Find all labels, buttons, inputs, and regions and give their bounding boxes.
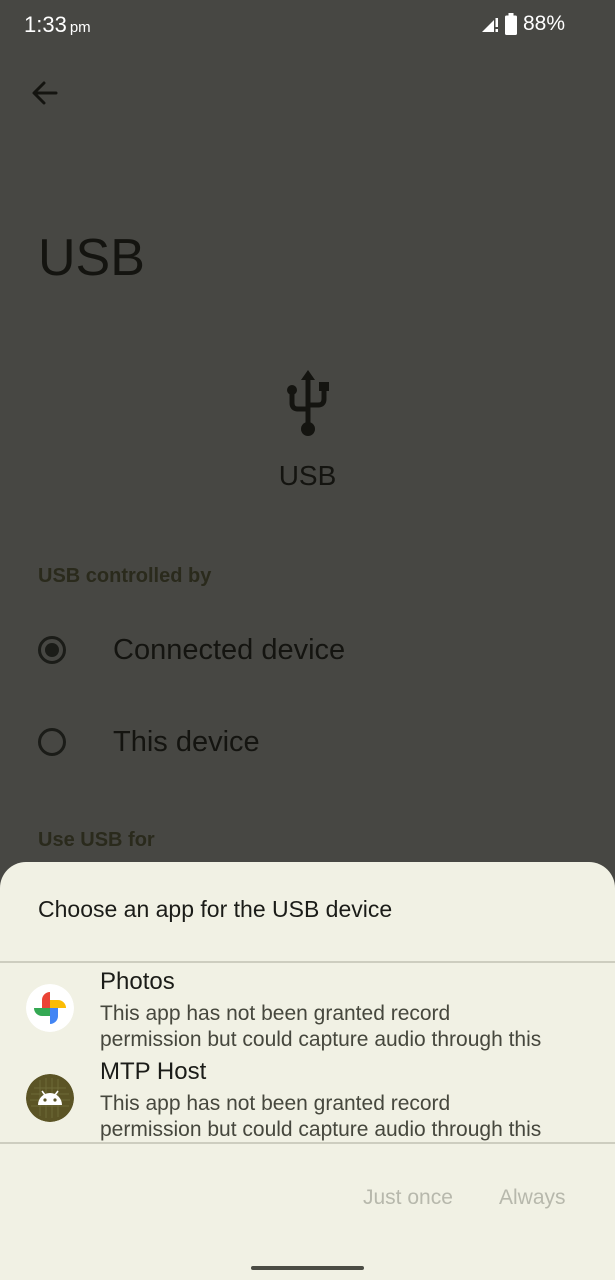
app-desc-line2: permission but could capture audio throu… (100, 1118, 542, 1141)
app-item-mtp-host[interactable]: MTP Host This app has not been granted r… (0, 1056, 615, 1146)
divider (0, 1142, 615, 1144)
option-label: Connected device (113, 633, 346, 666)
back-arrow-icon[interactable] (28, 76, 62, 110)
radio-selected[interactable] (38, 636, 66, 664)
usb-label: USB (278, 460, 337, 491)
dialog-title: Choose an app for the USB device (38, 896, 393, 922)
status-ampm: pm (69, 19, 91, 36)
section-header-controlled-by: USB controlled by (38, 565, 212, 587)
option-this-device[interactable]: This device (38, 712, 578, 772)
app-chooser-sheet: Choose an app for the USB device Photos … (0, 862, 615, 1280)
radio-dot (45, 643, 59, 657)
divider (0, 961, 615, 963)
always-button[interactable]: Always (499, 1186, 566, 1210)
photos-icon (26, 984, 74, 1032)
battery-percent: 88% (522, 12, 565, 35)
app-name: MTP Host (100, 1058, 207, 1085)
radio-unselected[interactable] (38, 728, 66, 756)
status-icons: 88% (481, 12, 565, 36)
usb-icon (287, 370, 329, 436)
android-icon (26, 1074, 74, 1122)
battery-icon (504, 13, 517, 35)
option-label: This device (113, 725, 260, 758)
status-time: 1:33 pm (24, 12, 91, 38)
status-time-value: 1:33 (24, 12, 67, 37)
app-item-photos[interactable]: Photos This app has not been granted rec… (0, 966, 615, 1056)
status-bar: 1:33 pm 88% (0, 0, 615, 52)
app-desc-line1: This app has not been granted record (100, 1002, 451, 1025)
page-title: USB (38, 229, 145, 287)
option-connected-device[interactable]: Connected device (38, 620, 578, 680)
app-desc-line2: permission but could capture audio throu… (100, 1028, 542, 1051)
navigation-handle[interactable] (251, 1266, 364, 1270)
app-name: Photos (100, 968, 175, 995)
signal-icon (481, 18, 498, 32)
app-desc-line1: This app has not been granted record (100, 1092, 451, 1115)
section-header-use-for: Use USB for (38, 829, 155, 851)
just-once-button[interactable]: Just once (363, 1186, 453, 1210)
